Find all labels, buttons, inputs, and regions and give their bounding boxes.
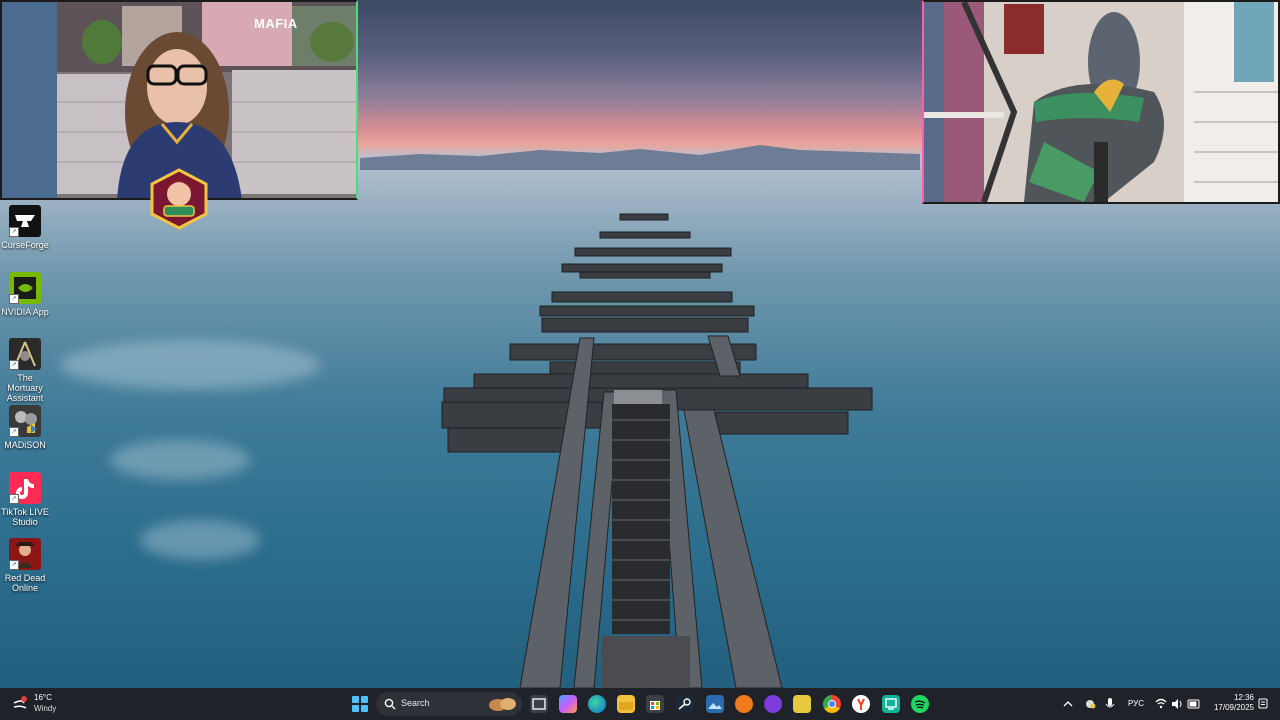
desktop-icon-tiktok-live-studio[interactable]: ↗ TikTok LIVE Studio [0,472,50,527]
yandex-icon[interactable] [852,695,870,713]
steam-icon[interactable] [676,695,694,713]
desktop-icon-madison[interactable]: ↗ MADiSON [0,405,50,450]
search-placeholder: Search [401,698,430,708]
desktop-icon-label: Red Dead Online [4,573,46,593]
search-box[interactable]: Search [376,692,522,716]
battery-icon[interactable] [1186,688,1202,720]
photos-icon[interactable] [706,695,724,713]
taskbar: 16°C Windy Search РУС 12:36 17/09/2025 [0,688,1280,720]
weather-temperature: 16°C [34,693,52,702]
file-explorer-icon[interactable] [617,695,635,713]
clock[interactable]: 12:36 17/09/2025 [1206,693,1254,713]
desktop-icon-label: NVIDIA App [1,307,49,317]
store-icon[interactable] [646,695,664,713]
search-icon [384,698,396,710]
curseforge-icon: ↗ [9,205,41,237]
onedrive-status-icon[interactable] [1082,688,1098,720]
task-view-icon[interactable] [530,695,548,713]
red-dead-icon: ↗ [9,538,41,570]
chevron-up-icon[interactable] [1062,688,1074,720]
desktop-icon-mortuary-assistant[interactable]: ↗ The Mortuary Assistant [0,338,50,403]
spotify-icon[interactable] [911,695,929,713]
microphone-icon[interactable] [1104,688,1116,720]
windows-logo-tile [352,696,359,703]
language-indicator[interactable]: РУС [1128,688,1144,720]
mortuary-assistant-icon: ↗ [9,338,41,370]
volume-icon[interactable] [1170,688,1184,720]
nvidia-icon: ↗ [9,272,41,304]
desktop-icon-label: CurseForge [1,240,49,250]
app-yellow-icon[interactable] [793,695,811,713]
chrome-icon[interactable] [823,695,841,713]
notification-bell-icon[interactable] [1258,698,1268,710]
start-button[interactable] [352,696,368,712]
clock-time: 12:36 [1233,693,1254,702]
weather-widget[interactable]: 16°C Windy [12,693,82,715]
windows-logo-tile [361,696,368,703]
desktop-icon-red-dead-online[interactable]: ↗ Red Dead Online [0,538,50,593]
desktop-icon-label: The Mortuary Assistant [6,373,44,403]
webcam-overlay-right [922,0,1280,204]
desktop-icon-curseforge[interactable]: ↗ CurseForge [0,205,50,250]
wifi-icon[interactable] [1154,688,1168,720]
webcam-scene-right [924,2,1278,202]
streamer-avatar-badge [150,168,208,230]
madison-icon: ↗ [9,405,41,437]
app-orange-icon[interactable] [735,695,753,713]
edge-icon[interactable] [588,695,606,713]
desktop-icon-label: TikTok LIVE Studio [1,507,49,527]
desktop-icon-nvidia-app[interactable]: ↗ NVIDIA App [0,272,50,317]
desktop-icon-label: MADiSON [4,440,46,450]
clock-date: 17/09/2025 [1213,703,1254,712]
tiktok-icon: ↗ [9,472,41,504]
app-purple-icon[interactable] [764,695,782,713]
wind-weather-icon [13,696,27,709]
weather-description: Windy [34,704,57,713]
search-highlight-icon [489,698,516,711]
twitch-studio-icon[interactable] [882,695,900,713]
copilot-icon[interactable] [559,695,577,713]
poster-mafia-text: MAFIA [254,16,298,31]
windows-logo-tile [352,705,359,712]
windows-logo-tile [361,705,368,712]
